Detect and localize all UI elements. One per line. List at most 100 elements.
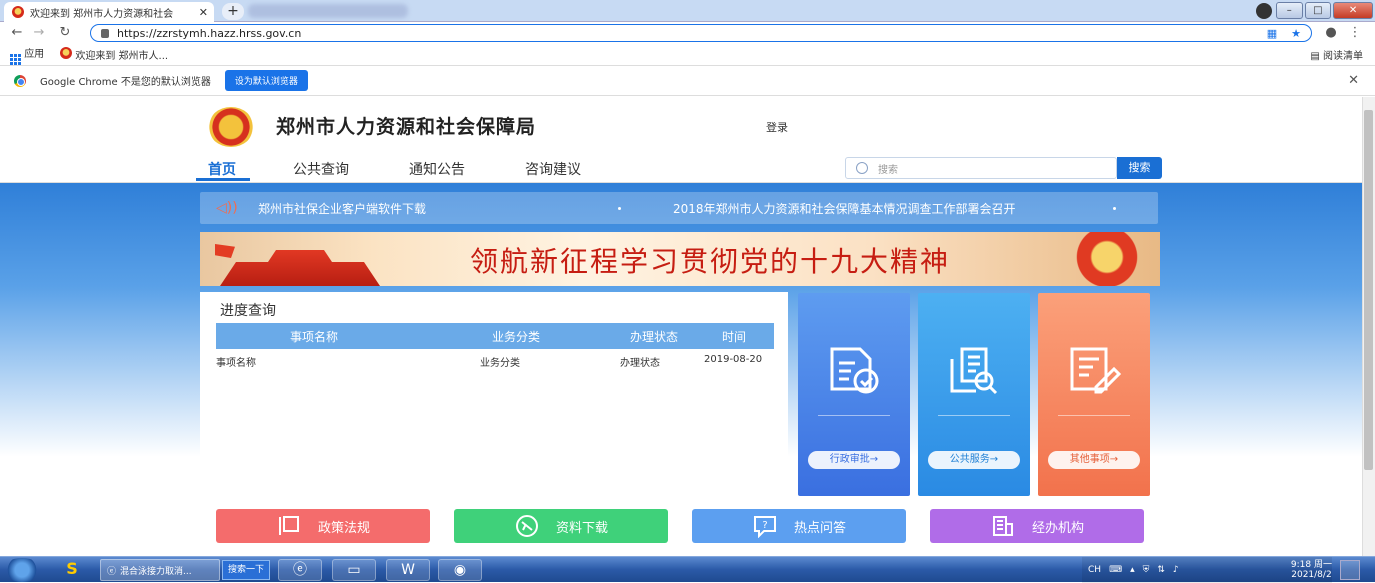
search-placeholder: 搜索 bbox=[878, 164, 898, 176]
table-row[interactable]: 事项名称 业务分类 办理状态 2019-08-20 bbox=[216, 352, 774, 370]
new-tab-button[interactable]: + bbox=[222, 3, 244, 20]
taskbar-ie-window[interactable]: ⓔ 混合泳接力取消... bbox=[100, 559, 220, 581]
clock[interactable]: 9:18 周一 2021/8/2 bbox=[1291, 560, 1332, 580]
public-service-card[interactable]: 公共服务→ bbox=[918, 293, 1030, 496]
blurred-tab[interactable] bbox=[248, 4, 408, 18]
notice-item-2[interactable]: 2018年郑州市人力资源和社会保障基本情况调查工作部署会召开 bbox=[673, 200, 1113, 217]
notice-item-1[interactable]: 郑州市社保企业客户端软件下载 bbox=[258, 200, 618, 217]
minimize-icon[interactable]: – bbox=[1275, 1, 1303, 19]
network-icon[interactable]: ⇅ bbox=[1157, 565, 1165, 575]
bookmark-label: 欢迎来到 郑州市人... bbox=[75, 51, 169, 62]
tray-expand-icon[interactable]: ▴ bbox=[1130, 565, 1135, 575]
policy-icon bbox=[278, 516, 299, 535]
download-button[interactable]: 资料下载 bbox=[454, 509, 668, 543]
search-button[interactable]: 搜索 bbox=[1117, 157, 1162, 179]
browser-toolbar: ← → ↻ https://zzrstymh.hazz.hrss.gov.cn … bbox=[0, 22, 1375, 44]
explorer-folder-icon[interactable]: ▭ bbox=[332, 559, 376, 581]
back-icon[interactable]: ← bbox=[8, 22, 26, 44]
address-bar[interactable]: https://zzrstymh.hazz.hrss.gov.cn ▦ ★ bbox=[90, 24, 1312, 42]
download-icon bbox=[515, 515, 538, 537]
tab-strip: 欢迎来到 郑州市人力资源和社会 ✕ + – □ ✕ bbox=[0, 0, 1375, 22]
taskbar-search-button[interactable]: 搜索一下 bbox=[222, 560, 270, 580]
volume-icon[interactable]: ♪ bbox=[1173, 565, 1179, 575]
security-icon[interactable]: ⛨ bbox=[1143, 565, 1150, 575]
reading-list-button[interactable]: ▤ 阅读清单 bbox=[1310, 47, 1363, 62]
question-bubble-icon: ? bbox=[753, 516, 776, 538]
ie-icon: ⓔ bbox=[107, 566, 117, 577]
policy-button[interactable]: 政策法规 bbox=[216, 509, 430, 543]
infobar-message: Google Chrome 不是您的默认浏览器 bbox=[40, 77, 211, 88]
col-time: 时间 bbox=[722, 330, 747, 344]
national-emblem-icon bbox=[208, 107, 254, 147]
infobar-close-icon[interactable]: ✕ bbox=[1348, 73, 1359, 88]
windows-taskbar: S ⓔ 混合泳接力取消... 搜索一下 ⓔ ▭ W ◉ CH ⌨ ▴ ⛨ ⇅ ♪… bbox=[0, 556, 1375, 583]
other-matters-card[interactable]: 其他事项→ bbox=[1038, 293, 1150, 496]
tab-close-icon[interactable]: ✕ bbox=[199, 6, 208, 19]
agencies-button[interactable]: 经办机构 bbox=[930, 509, 1144, 543]
window-controls: – □ ✕ bbox=[1255, 0, 1373, 20]
chrome-logo-icon bbox=[14, 74, 26, 87]
forward-icon[interactable]: → bbox=[30, 22, 48, 44]
flag-illustration bbox=[215, 244, 235, 258]
search-icon bbox=[856, 162, 868, 174]
url-text: https://zzrstymh.hazz.hrss.gov.cn bbox=[117, 26, 302, 40]
other-matters-button[interactable]: 其他事项→ bbox=[1048, 451, 1140, 469]
translate-icon[interactable]: ▦ bbox=[1267, 27, 1277, 40]
svg-text:?: ? bbox=[762, 520, 767, 531]
tiananmen-illustration bbox=[220, 250, 380, 286]
account-icon[interactable]: ● bbox=[1322, 22, 1340, 44]
site-favicon-icon bbox=[12, 6, 24, 18]
default-browser-infobar: Google Chrome 不是您的默认浏览器 设为默认浏览器 ✕ bbox=[0, 66, 1375, 96]
menu-icon[interactable]: ⋮ bbox=[1346, 22, 1364, 44]
login-link[interactable]: 登录 bbox=[766, 119, 788, 135]
nav-active-indicator bbox=[196, 178, 250, 181]
banner-title: 领航新征程学习贯彻党的十九大精神 bbox=[469, 245, 950, 278]
bookmark-star-icon[interactable]: ★ bbox=[1291, 27, 1301, 40]
ie-pinned-icon[interactable]: ⓔ bbox=[278, 559, 322, 581]
clock-date: 2021/8/2 bbox=[1291, 570, 1332, 580]
keyboard-icon[interactable]: ⌨ bbox=[1109, 565, 1122, 575]
building-icon bbox=[992, 516, 1013, 536]
edit-document-icon bbox=[1070, 347, 1122, 394]
start-button[interactable] bbox=[2, 558, 42, 582]
sogou-icon[interactable]: S bbox=[58, 559, 86, 581]
hero-banner[interactable]: 领航新征程学习贯彻党的十九大精神 bbox=[200, 232, 1160, 286]
apps-bookmark[interactable]: 应用 bbox=[10, 45, 44, 65]
omnibox-tools: ▦ ★ bbox=[1267, 27, 1311, 40]
cell-name: 事项名称 bbox=[216, 358, 256, 369]
ie-window-title: 混合泳接力取消... bbox=[120, 566, 192, 577]
clock-time: 9:18 周一 bbox=[1290, 560, 1332, 570]
ime-indicator[interactable]: CH bbox=[1088, 565, 1101, 575]
nav-consult[interactable]: 咨询建议 bbox=[525, 159, 581, 179]
document-search-icon bbox=[950, 347, 998, 395]
web-page: 郑州市人力资源和社会保障局 登录 首页 公共查询 通知公告 咨询建议 搜索 搜索… bbox=[0, 97, 1362, 556]
set-default-browser-button[interactable]: 设为默认浏览器 bbox=[224, 70, 308, 91]
nav-home[interactable]: 首页 bbox=[208, 159, 236, 179]
tab-active[interactable]: 欢迎来到 郑州市人力资源和社会 ✕ bbox=[4, 2, 214, 22]
show-desktop-button[interactable] bbox=[1340, 560, 1360, 580]
wps-icon[interactable]: W bbox=[386, 559, 430, 581]
nav-public-query[interactable]: 公共查询 bbox=[293, 159, 349, 179]
maximize-icon[interactable]: □ bbox=[1304, 1, 1332, 19]
bookmark-item[interactable]: 欢迎来到 郑州市人... bbox=[60, 47, 168, 62]
faq-button[interactable]: ? 热点问答 bbox=[692, 509, 906, 543]
chrome-taskbar-icon[interactable]: ◉ bbox=[438, 559, 482, 581]
cell-category: 业务分类 bbox=[480, 358, 520, 369]
admin-approval-card[interactable]: 行政审批→ bbox=[798, 293, 910, 496]
cell-time: 2019-08-20 bbox=[704, 354, 763, 365]
divider bbox=[1058, 415, 1130, 416]
reading-list-label: 阅读清单 bbox=[1323, 51, 1363, 62]
close-window-icon[interactable]: ✕ bbox=[1333, 1, 1373, 19]
reload-icon[interactable]: ↻ bbox=[56, 22, 74, 44]
divider bbox=[818, 415, 890, 416]
site-favicon-icon bbox=[60, 47, 73, 59]
nav-notices[interactable]: 通知公告 bbox=[409, 159, 465, 179]
tab-title: 欢迎来到 郑州市人力资源和社会 bbox=[30, 8, 174, 20]
search-input[interactable]: 搜索 bbox=[845, 157, 1117, 179]
scrollbar-thumb[interactable] bbox=[1364, 110, 1373, 470]
download-label: 资料下载 bbox=[555, 520, 608, 536]
speaker-icon: ◁)) bbox=[216, 200, 238, 216]
admin-approval-button[interactable]: 行政审批→ bbox=[808, 451, 900, 469]
public-service-button[interactable]: 公共服务→ bbox=[928, 451, 1020, 469]
col-category: 业务分类 bbox=[492, 330, 541, 344]
